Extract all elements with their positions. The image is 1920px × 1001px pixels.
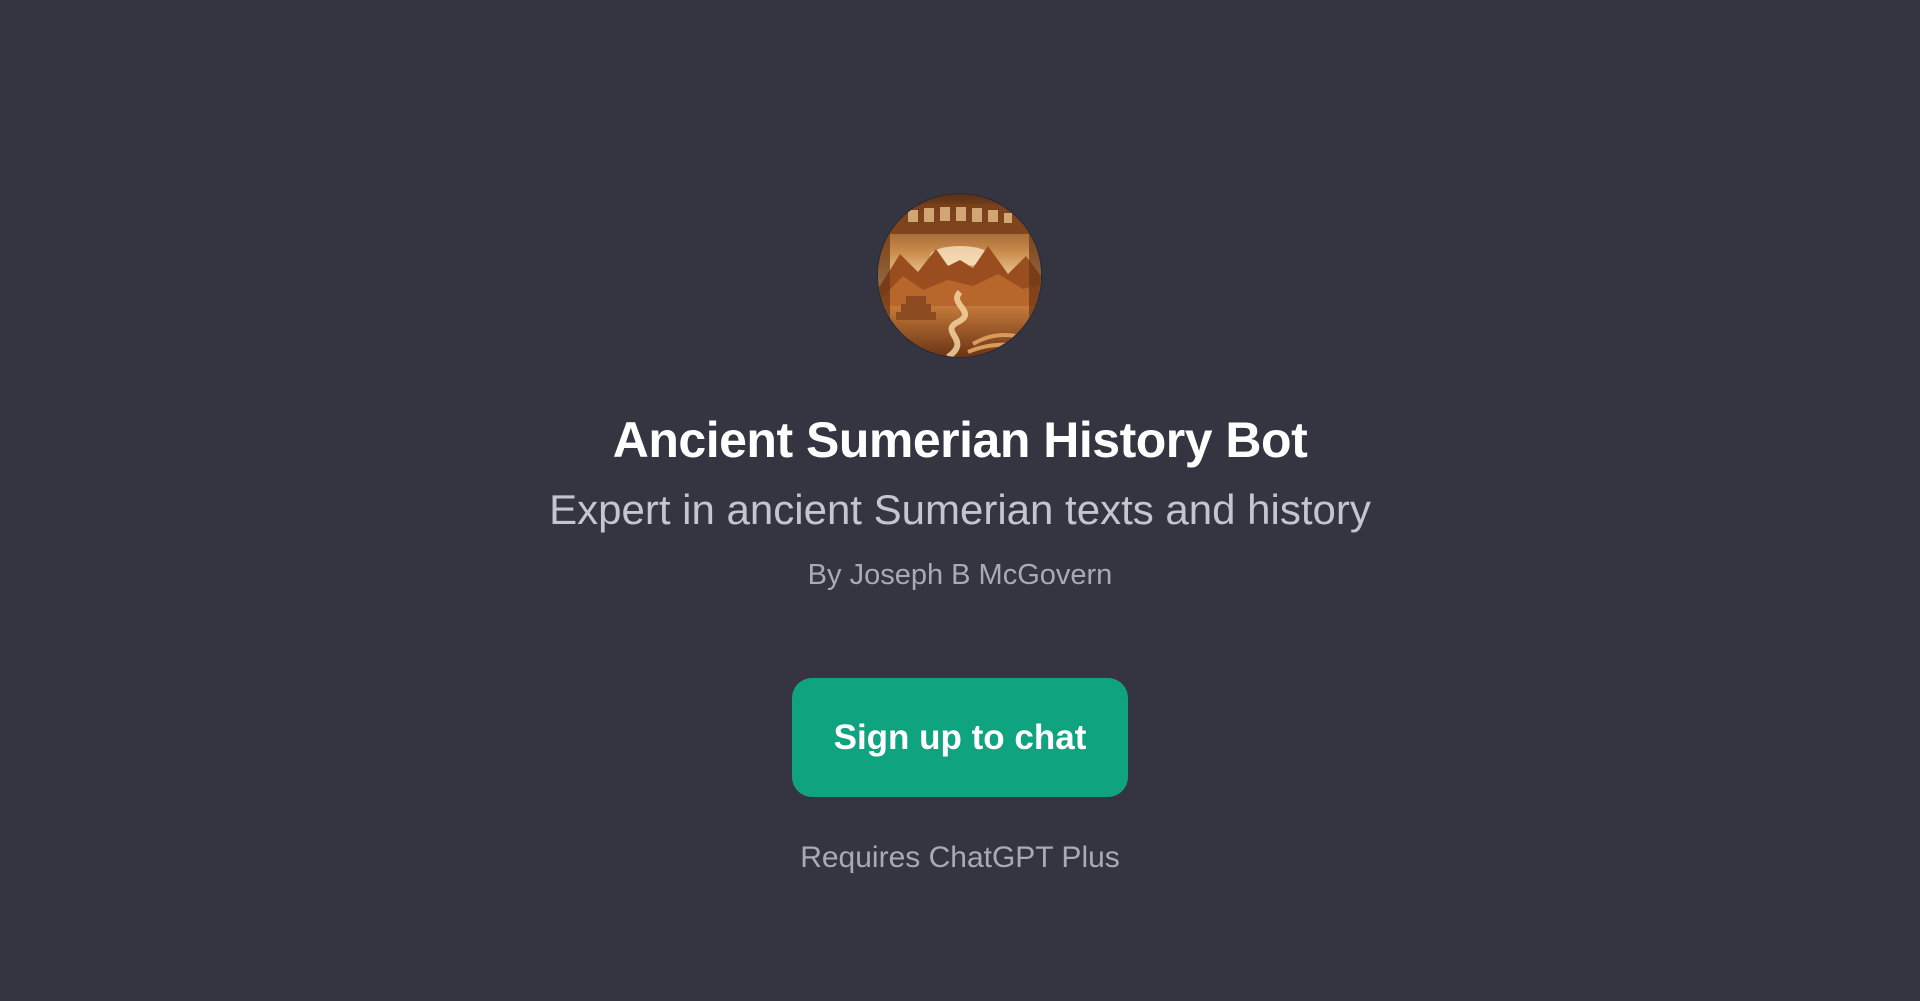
gpt-landing-page: Ancient Sumerian History Bot Expert in a… xyxy=(0,0,1920,1001)
gpt-description: Expert in ancient Sumerian texts and his… xyxy=(549,486,1371,533)
gpt-author: By Joseph B McGovern xyxy=(807,559,1113,591)
sign-up-to-chat-button[interactable]: Sign up to chat xyxy=(792,678,1128,797)
sumerian-landscape-icon xyxy=(878,194,1041,357)
gpt-title: Ancient Sumerian History Bot xyxy=(612,412,1308,468)
requirement-note: Requires ChatGPT Plus xyxy=(800,841,1120,874)
gpt-avatar xyxy=(878,194,1041,357)
